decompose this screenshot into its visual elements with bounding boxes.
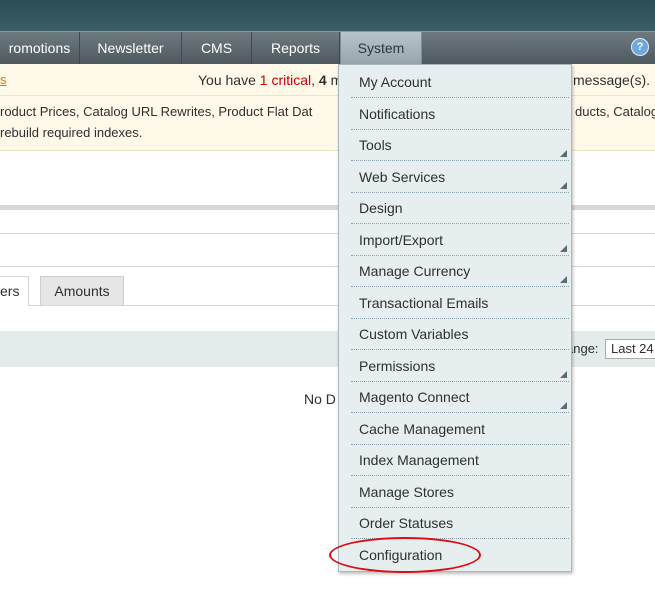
menu-item-web-services[interactable]: Web Services xyxy=(351,162,569,193)
menu-item-custom-variables[interactable]: Custom Variables xyxy=(351,319,569,350)
admin-header xyxy=(0,0,655,31)
menu-item-import-export[interactable]: Import/Export xyxy=(351,225,569,256)
nav-cms[interactable]: CMS xyxy=(182,32,252,64)
menu-item-tools[interactable]: Tools xyxy=(351,130,569,161)
menu-item-magento-connect[interactable]: Magento Connect xyxy=(351,382,569,413)
messages-suffix: message(s). xyxy=(573,72,651,88)
critical-count[interactable]: 1 critical xyxy=(260,72,311,88)
tab-orders[interactable]: ers xyxy=(0,276,29,306)
submenu-arrow-icon xyxy=(560,182,567,189)
no-data-text: No D xyxy=(304,391,336,407)
menu-item-permissions[interactable]: Permissions xyxy=(351,351,569,382)
submenu-arrow-icon xyxy=(560,150,567,157)
menu-item-manage-stores[interactable]: Manage Stores xyxy=(351,477,569,508)
index-notice-line1-end: ducts, Catalog xyxy=(575,104,655,119)
range-select[interactable]: Last 24 xyxy=(605,339,655,359)
submenu-arrow-icon xyxy=(560,276,567,283)
nav-reports[interactable]: Reports xyxy=(252,32,340,64)
nav-system[interactable]: System xyxy=(340,32,422,64)
highlight-circle xyxy=(329,537,481,573)
system-dropdown-menu: My Account Notifications Tools Web Servi… xyxy=(338,64,572,572)
submenu-arrow-icon xyxy=(560,402,567,409)
index-notice-line1: roduct Prices, Catalog URL Rewrites, Pro… xyxy=(0,104,313,119)
messages-summary: You have 1 critical, 4 m xyxy=(198,72,343,88)
menu-item-transactional-emails[interactable]: Transactional Emails xyxy=(351,288,569,319)
messages-link[interactable]: s xyxy=(0,72,7,87)
submenu-arrow-icon xyxy=(560,245,567,252)
main-nav: romotions Newsletter CMS Reports System … xyxy=(0,31,655,64)
nav-newsletter[interactable]: Newsletter xyxy=(80,32,182,64)
help-icon[interactable]: ? xyxy=(631,38,649,56)
menu-item-my-account[interactable]: My Account xyxy=(351,67,569,98)
submenu-arrow-icon xyxy=(560,371,567,378)
menu-item-design[interactable]: Design xyxy=(351,193,569,224)
menu-item-manage-currency[interactable]: Manage Currency xyxy=(351,256,569,287)
menu-item-index-management[interactable]: Index Management xyxy=(351,445,569,476)
menu-item-notifications[interactable]: Notifications xyxy=(351,99,569,130)
menu-item-order-statuses[interactable]: Order Statuses xyxy=(351,508,569,539)
index-notice-line2: rebuild required indexes. xyxy=(0,125,143,140)
nav-promotions[interactable]: romotions xyxy=(0,32,80,64)
tab-amounts[interactable]: Amounts xyxy=(40,276,124,305)
menu-item-cache-management[interactable]: Cache Management xyxy=(351,414,569,445)
